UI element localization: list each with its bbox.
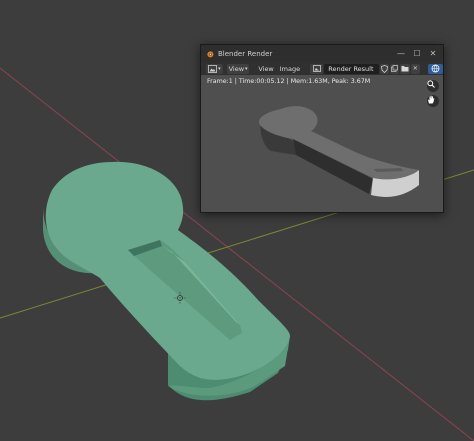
hand-icon	[428, 95, 435, 104]
image-editor-header: ▾ View ▾ View Image Render Result ✕	[201, 62, 443, 75]
pan-button[interactable]	[427, 95, 439, 107]
menu-view[interactable]: View	[255, 64, 276, 74]
minimize-button[interactable]: —	[393, 45, 409, 62]
render-slot-button[interactable]	[427, 63, 443, 74]
render-globe-icon	[431, 64, 440, 73]
render-window-titlebar[interactable]: Blender Render — ☐ ✕	[201, 45, 443, 62]
image-slot-type-button[interactable]	[310, 63, 324, 74]
folder-icon	[401, 66, 409, 72]
image-editor-icon	[208, 64, 218, 73]
blender-logo-icon	[207, 50, 214, 57]
chevron-down-icon: ▾	[245, 65, 248, 72]
fake-user-button[interactable]	[379, 63, 389, 74]
duplicate-button[interactable]	[389, 63, 400, 74]
close-button[interactable]: ✕	[425, 45, 441, 62]
window-title: Blender Render	[218, 49, 273, 58]
editor-type-button[interactable]: ▾	[206, 63, 223, 74]
menu-image[interactable]: Image	[277, 64, 303, 74]
zoom-button[interactable]	[427, 80, 439, 92]
maximize-button[interactable]: ☐	[409, 45, 425, 62]
duplicate-icon	[391, 65, 398, 72]
zoom-icon	[427, 80, 435, 88]
render-preview: Frame:1 | Time:00:05.12 | Mem:1.63M, Pea…	[207, 78, 419, 197]
menu-view-dropdown-label: View	[228, 64, 245, 73]
menu-view-dropdown[interactable]: View ▾	[226, 63, 250, 74]
render-result-area[interactable]: Frame:1 | Time:00:05.12 | Mem:1.63M, Pea…	[201, 75, 443, 212]
chevron-down-icon: ▾	[218, 65, 221, 72]
image-slot-icon	[312, 65, 321, 72]
image-slot-selector[interactable]: Render Result	[324, 63, 379, 74]
render-window[interactable]: Blender Render — ☐ ✕ ▾ View ▾ View Image	[200, 44, 444, 213]
close-icon: ✕	[412, 65, 418, 72]
shield-icon	[380, 64, 388, 73]
open-image-button[interactable]	[400, 63, 410, 74]
unlink-image-button[interactable]: ✕	[410, 63, 420, 74]
image-slot-value: Render Result	[328, 64, 374, 73]
frame-info: Frame:1 | Time:00:05.12 | Mem:1.63M, Pea…	[207, 78, 370, 85]
window-controls: — ☐ ✕	[393, 45, 441, 62]
